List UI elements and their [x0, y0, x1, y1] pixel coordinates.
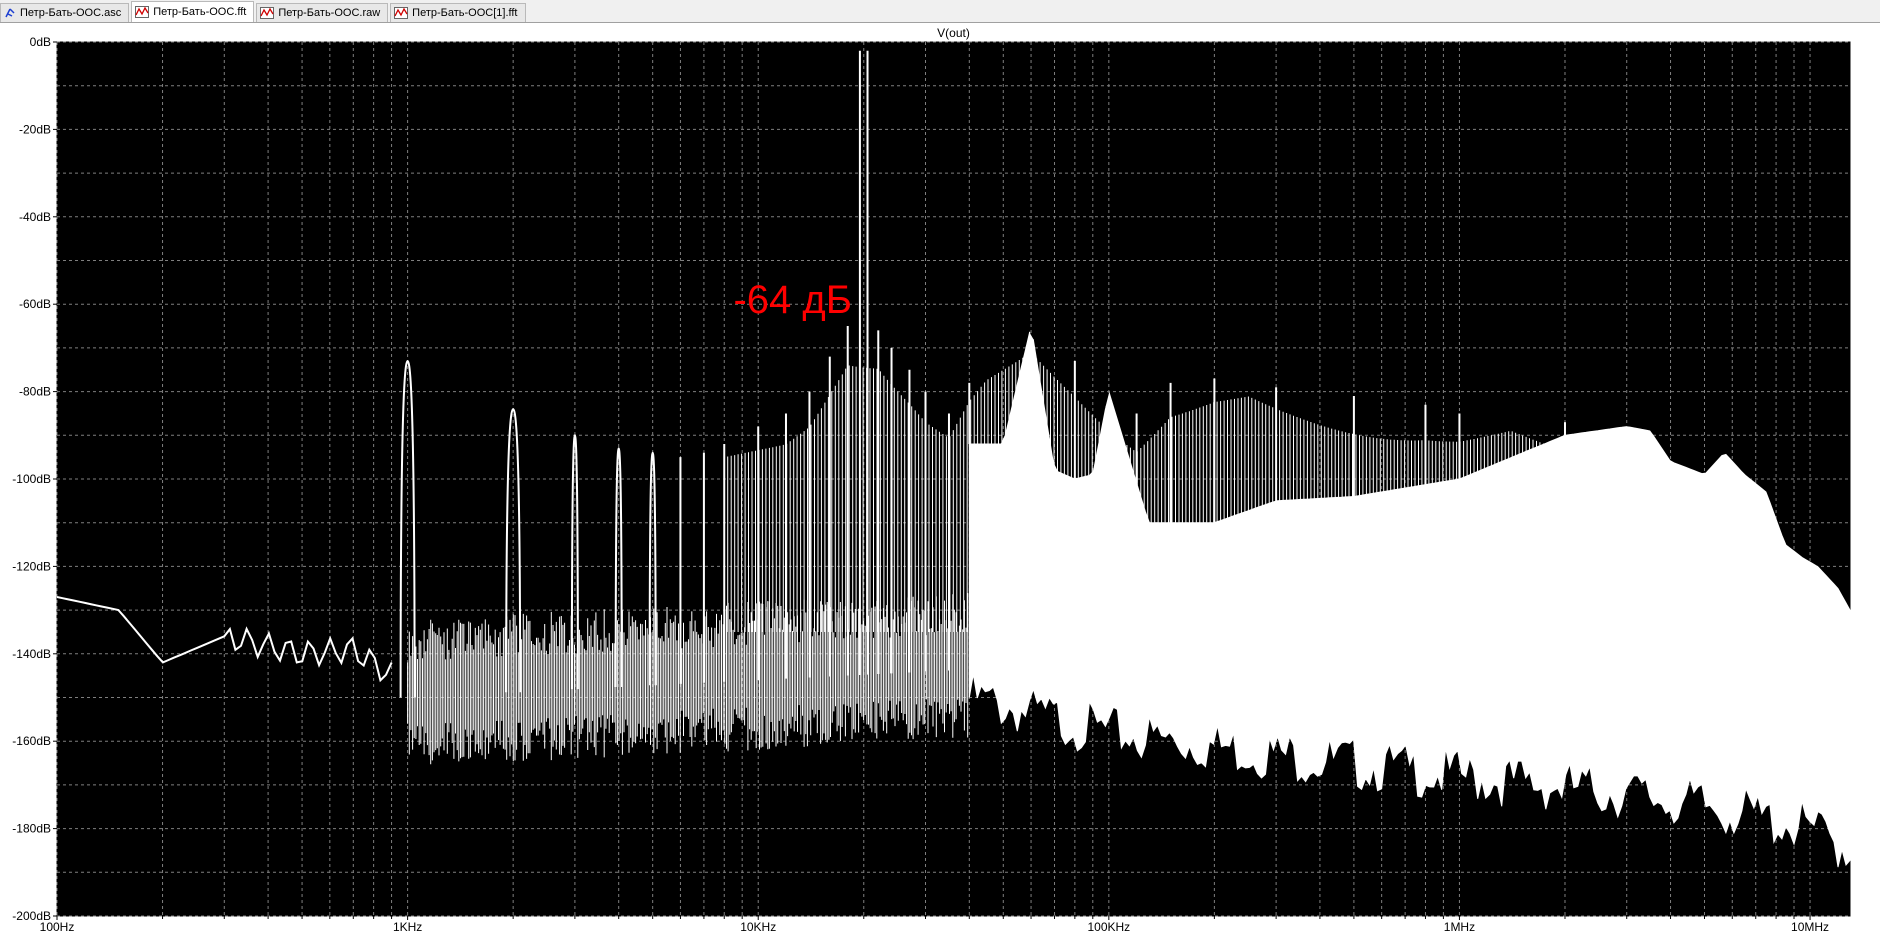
x-tick-label: 10MHz [1791, 920, 1829, 934]
annotation-label: -64 дБ [733, 278, 852, 322]
tab-label: Петр-Бать-ООС[1].fft [412, 7, 518, 19]
y-tick-label: 0dB [30, 35, 51, 49]
schematic-icon [5, 8, 15, 18]
tab-fft-copy[interactable]: Петр-Бать-ООС[1].fft [390, 3, 526, 22]
tab-fft[interactable]: Петр-Бать-ООС.fft [131, 1, 255, 22]
y-tick-label: -40dB [19, 210, 51, 224]
y-tick-label: -60dB [19, 297, 51, 311]
x-tick-label: 100Hz [40, 920, 75, 934]
y-tick-label: -120dB [12, 559, 51, 573]
x-tick-label: 1KHz [393, 920, 422, 934]
x-tick-label: 100KHz [1087, 920, 1130, 934]
trace-title[interactable]: V(out) [937, 26, 970, 40]
tab-schematic[interactable]: Петр-Бать-ООС.asc [0, 3, 130, 22]
tab-label: Петр-Бать-ООС.fft [153, 6, 247, 18]
y-tick-label: -80dB [19, 385, 51, 399]
y-tick-label: -160dB [12, 734, 51, 748]
y-tick-label: -20dB [19, 122, 51, 136]
tab-raw[interactable]: Петр-Бать-ООС.raw [256, 3, 389, 22]
waveform-icon [394, 7, 409, 19]
y-tick-label: -100dB [12, 472, 51, 486]
x-tick-label: 10KHz [740, 920, 776, 934]
fft-plot[interactable]: V(out) 0dB -20dB -40dB -60dB -80dB -100dB -120… [0, 23, 1880, 943]
y-tick-label: -140dB [12, 647, 51, 661]
waveform-viewer[interactable]: V(out) 0dB -20dB -40dB -60dB -80dB -100dB -120… [0, 23, 1880, 943]
waveform-icon [260, 7, 275, 19]
document-tab-bar: Петр-Бать-ООС.asc Петр-Бать-ООС.fft Петр… [0, 0, 1880, 23]
ltspice-window: Петр-Бать-ООС.asc Петр-Бать-ООС.fft Петр… [0, 0, 1880, 943]
tab-label: Петр-Бать-ООС.asc [20, 7, 122, 19]
tab-label: Петр-Бать-ООС.raw [278, 7, 381, 19]
waveform-icon [135, 6, 150, 18]
y-tick-label: -180dB [12, 822, 51, 836]
annotations: -64 дБ [733, 278, 852, 322]
x-tick-label: 1MHz [1444, 920, 1475, 934]
